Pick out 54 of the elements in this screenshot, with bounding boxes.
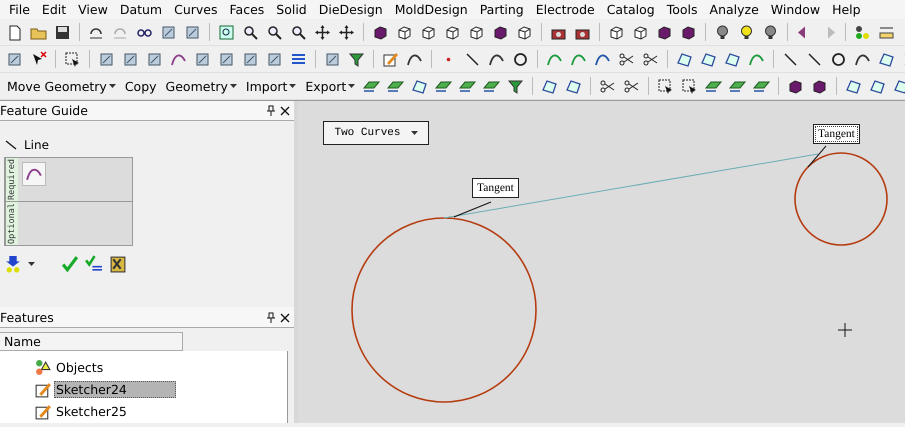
cancel-icon[interactable] (109, 255, 127, 274)
panel-title: Features (0, 310, 54, 325)
pin-icon[interactable] (266, 312, 276, 323)
close-icon[interactable] (280, 312, 290, 323)
tangent-label: Tangent (472, 178, 519, 198)
sketch-icon (34, 380, 52, 399)
menu-item[interactable]: Datum (114, 2, 170, 17)
tree-item[interactable]: Sketcher24 (54, 381, 176, 398)
caret-icon (348, 84, 356, 88)
menu-item[interactable]: Edit (36, 2, 74, 17)
caret-icon (28, 262, 35, 266)
menu-item[interactable]: Parting (474, 2, 531, 17)
crosshair-icon (838, 322, 852, 338)
menu-item[interactable]: Electrode (530, 2, 602, 17)
mode-dropdown[interactable]: Two Curves (323, 121, 429, 145)
menu-item[interactable]: Curves (169, 2, 224, 17)
menu-item[interactable]: Analyze (704, 2, 766, 17)
step-label: Line (24, 138, 50, 152)
close-icon[interactable] (280, 105, 290, 116)
menu-item[interactable]: Tools (662, 2, 705, 17)
section-label: Required (5, 158, 18, 202)
toolbar-menu-button[interactable]: Copy (122, 78, 160, 94)
column-header[interactable]: Name (0, 332, 183, 351)
panel-title: Feature Guide (0, 103, 88, 118)
menu-item[interactable]: Solid (271, 2, 314, 17)
tree-item[interactable]: Objects (54, 359, 106, 376)
caret-icon (230, 84, 237, 88)
options-icon[interactable] (4, 255, 22, 274)
menu-item[interactable]: Catalog (602, 2, 662, 17)
menu-item[interactable]: Help (827, 2, 868, 17)
objects-icon (34, 358, 52, 377)
pin-icon[interactable] (266, 105, 276, 116)
caret-icon (289, 84, 296, 88)
caret-icon (108, 84, 116, 88)
toolbar-menu-button[interactable]: Geometry (162, 78, 240, 94)
menu-item[interactable]: Faces (224, 2, 272, 17)
tree-item[interactable]: Sketcher25 (54, 403, 129, 420)
toolbar-menu-button[interactable]: Move Geometry (4, 78, 119, 94)
section-label: Optional (5, 202, 18, 246)
leader-line (808, 146, 826, 168)
checkmark-icon[interactable] (61, 255, 79, 274)
leader-line (454, 202, 492, 218)
toolbar-menu-button[interactable]: Import (242, 78, 300, 94)
menu-item[interactable]: MoldDesign (390, 2, 475, 17)
caret-icon (410, 131, 418, 135)
line-icon (4, 138, 18, 152)
menu-item[interactable]: DieDesign (314, 2, 390, 17)
apply-icon[interactable] (85, 255, 103, 274)
toolbar-menu-button[interactable]: Export (302, 78, 358, 94)
menu-item[interactable]: View (73, 2, 115, 17)
menu-item[interactable]: File (4, 2, 37, 17)
curve-select-button[interactable] (22, 162, 46, 186)
tangent-label: Tangent (813, 124, 860, 144)
menu-item[interactable]: Window (766, 2, 828, 17)
